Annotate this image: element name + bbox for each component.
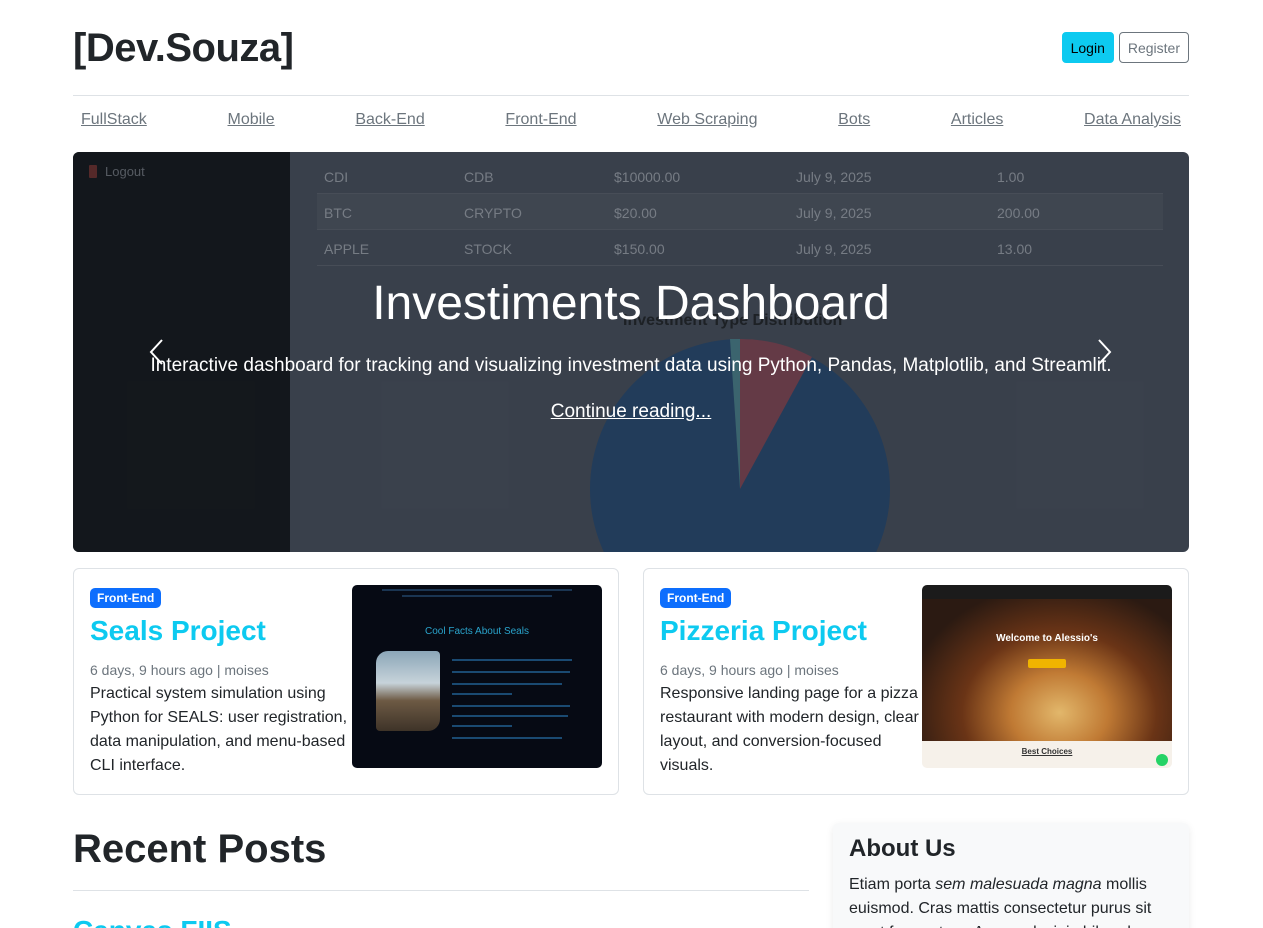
card-description: Responsive landing page for a pizza rest… <box>660 685 919 774</box>
thumb-text-line <box>452 659 572 661</box>
about-heading: About Us <box>849 835 956 862</box>
card-meta: 6 days, 9 hours ago | moises <box>90 662 269 678</box>
site-header: [Dev.Souza] Login Register <box>73 0 1189 96</box>
nav-link-data-analysis[interactable]: Data Analysis <box>1084 111 1181 129</box>
card-meta: 6 days, 9 hours ago | moises <box>660 662 839 678</box>
auth-buttons: Login Register <box>1061 32 1189 63</box>
thumb-section-title: Best Choices <box>1021 747 1073 756</box>
thumb-navbar <box>922 585 1172 599</box>
carousel-prev-button[interactable] <box>148 338 164 366</box>
nav-link-mobile[interactable]: Mobile <box>228 111 275 129</box>
thumb-text-line <box>452 683 562 685</box>
continue-reading-link[interactable]: Continue reading... <box>73 401 1189 423</box>
nav-link-back-end[interactable]: Back-End <box>355 111 424 129</box>
card-thumbnail: Cool Facts About Seals <box>352 585 602 768</box>
thumb-text-line <box>452 705 570 707</box>
thumb-text-line <box>452 671 570 673</box>
about-us-box: About Us Etiam porta sem malesuada magna… <box>833 823 1189 928</box>
featured-card-pizzeria[interactable]: Front-End Pizzeria Project 6 days, 9 hou… <box>643 568 1189 795</box>
carousel-title: Investiments Dashboard <box>372 277 890 330</box>
nav-link-web-scraping[interactable]: Web Scraping <box>657 111 757 129</box>
thumb-title: Welcome to Alessio's <box>996 633 1098 644</box>
divider <box>73 890 809 891</box>
category-badge: Front-End <box>660 588 732 608</box>
carousel-overlay <box>73 152 1189 552</box>
nav-link-articles[interactable]: Articles <box>951 111 1003 129</box>
thumb-title: Cool Facts About Seals <box>425 626 529 637</box>
seal-photo <box>376 651 440 731</box>
nav-link-front-end[interactable]: Front-End <box>505 111 576 129</box>
pizza-photo <box>922 599 1172 741</box>
card-thumbnail: Welcome to Alessio's Best Choices <box>922 585 1172 768</box>
login-button[interactable]: Login <box>1061 32 1114 63</box>
site-brand[interactable]: [Dev.Souza] <box>73 26 294 71</box>
thumb-text-line <box>452 737 562 739</box>
carousel-next-button[interactable] <box>1097 338 1113 366</box>
carousel-text: Interactive dashboard for tracking and v… <box>150 355 1112 376</box>
thumb-text-line <box>402 595 552 597</box>
thumb-text-line <box>382 589 572 591</box>
whatsapp-icon <box>1156 754 1168 766</box>
register-button[interactable]: Register <box>1118 32 1189 63</box>
hero-carousel: Logout CDI CDB $10000.00 July 9, 2025 1.… <box>73 152 1189 552</box>
nav-link-bots[interactable]: Bots <box>838 111 870 129</box>
about-text-part: Etiam porta <box>849 876 936 893</box>
chevron-right-icon <box>1098 339 1112 365</box>
thumb-cta-button <box>1028 659 1066 668</box>
thumb-text-line <box>452 715 568 717</box>
thumb-text-line <box>452 725 512 727</box>
featured-card-seals[interactable]: Front-End Seals Project 6 days, 9 hours … <box>73 568 619 795</box>
recent-posts-section: Recent Posts Canvas FIIS <box>73 827 809 928</box>
nav-link-fullstack[interactable]: FullStack <box>81 111 147 129</box>
category-nav: FullStack Mobile Back-End Front-End Web … <box>73 96 1189 144</box>
card-title[interactable]: Seals Project <box>90 615 266 647</box>
thumb-text-line <box>452 693 512 695</box>
about-text: Etiam porta sem malesuada magna mollis e… <box>849 873 1173 928</box>
chevron-left-icon <box>149 339 163 365</box>
category-badge: Front-End <box>90 588 162 608</box>
post-title[interactable]: Canvas FIIS <box>73 915 232 928</box>
card-description: Practical system simulation using Python… <box>90 685 348 774</box>
recent-posts-heading: Recent Posts <box>73 827 327 871</box>
about-text-emphasis: sem malesuada magna <box>935 876 1102 893</box>
card-title[interactable]: Pizzeria Project <box>660 615 867 647</box>
